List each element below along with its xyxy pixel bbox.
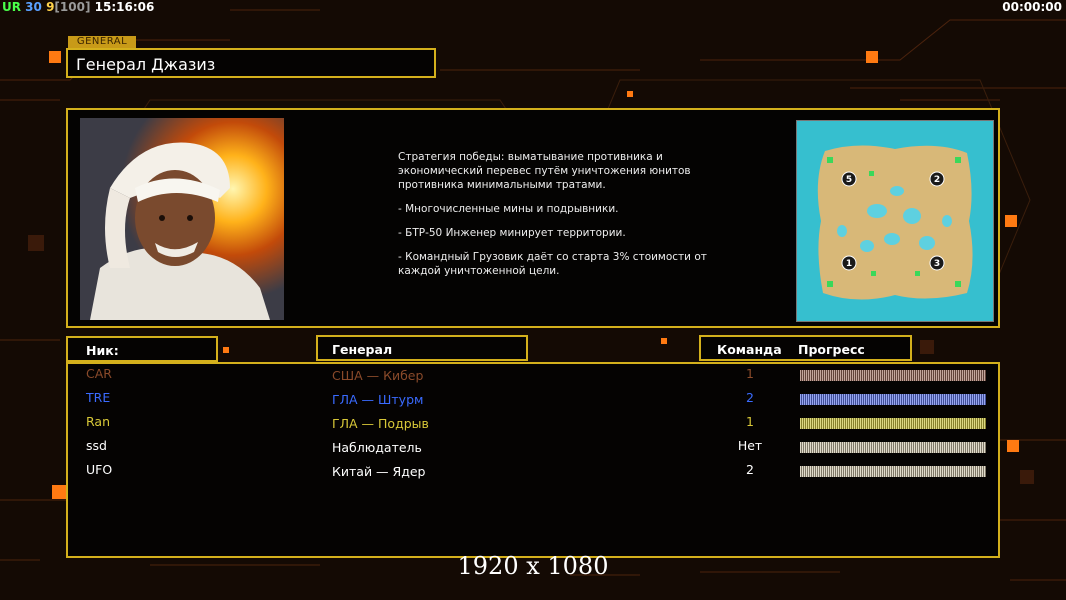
- hud-tag: UR: [2, 0, 21, 14]
- minimap-spawn-1: 1: [846, 259, 852, 269]
- description-item-mines: - Многочисленные мины и подрывники.: [398, 203, 619, 215]
- header-general: Генерал: [316, 335, 528, 361]
- minimap-spawn-2: 2: [934, 175, 940, 185]
- player-progress-bar: [800, 418, 986, 429]
- player-nick: Ran: [86, 414, 110, 429]
- player-general: Наблюдатель: [332, 440, 422, 455]
- minimap-spawn-5: 5: [846, 175, 852, 185]
- header-team-progress: Команда Прогресс: [699, 335, 912, 361]
- player-team: 1: [746, 366, 754, 381]
- general-name: Генерал Джазиз: [76, 55, 216, 74]
- hud-bracket: [100]: [54, 0, 91, 14]
- player-progress-bar: [800, 442, 986, 453]
- header-general-label: Генерал: [332, 342, 393, 357]
- player-nick: CAR: [86, 366, 112, 381]
- general-info-panel: Стратегия победы: выматывание противника…: [66, 108, 1000, 328]
- player-progress-bar: [800, 370, 986, 381]
- player-progress-bar: [800, 466, 986, 477]
- general-portrait: [80, 118, 284, 320]
- players-panel: CAR США — Кибер 1 TRE ГЛА — Штурм 2 Ran …: [66, 362, 1000, 558]
- description-item-truck: - Командный Грузовик даёт со старта 3% с…: [398, 251, 707, 277]
- player-team: Нет: [737, 438, 763, 453]
- hud-clock: 15:16:06: [94, 0, 155, 14]
- minimap-spawn-3: 3: [934, 259, 940, 269]
- section-tag: GENERAL: [68, 36, 136, 48]
- progress-fill: [800, 418, 986, 429]
- hud-status: UR 30 9[100] 15:16:06: [2, 0, 154, 14]
- progress-fill: [800, 442, 986, 453]
- player-general: ГЛА — Подрыв: [332, 416, 429, 431]
- description-item-btr: - БТР-50 Инженер минирует территории.: [398, 227, 626, 239]
- player-nick: ssd: [86, 438, 107, 453]
- general-description: Стратегия победы: выматывание противника…: [398, 150, 708, 288]
- progress-fill: [800, 370, 986, 381]
- player-team: 2: [746, 390, 754, 405]
- player-nick: UFO: [86, 462, 113, 477]
- header-nick-label: Ник:: [86, 343, 119, 358]
- minimap: 5 2 1 3: [796, 120, 994, 322]
- player-team: 1: [746, 414, 754, 429]
- progress-fill: [800, 394, 986, 405]
- progress-fill: [800, 466, 986, 477]
- header-team-label: Команда: [717, 342, 782, 357]
- player-general: Китай — Ядер: [332, 464, 426, 479]
- player-row: TRE ГЛА — Штурм 2: [68, 390, 998, 412]
- player-row: CAR США — Кибер 1: [68, 366, 998, 388]
- player-nick: TRE: [86, 390, 111, 405]
- general-title-box: Генерал Джазиз: [66, 48, 436, 78]
- header-progress-label: Прогресс: [798, 342, 865, 357]
- player-general: США — Кибер: [332, 368, 424, 383]
- resolution-label: 1920 x 1080: [457, 552, 609, 580]
- player-row: ssd Наблюдатель Нет: [68, 438, 998, 460]
- player-progress-bar: [800, 394, 986, 405]
- player-general: ГЛА — Штурм: [332, 392, 424, 407]
- player-team: 2: [746, 462, 754, 477]
- player-row: Ran ГЛА — Подрыв 1: [68, 414, 998, 436]
- description-strategy: Стратегия победы: выматывание противника…: [398, 151, 691, 191]
- player-row: UFO Китай — Ядер 2: [68, 462, 998, 484]
- header-nick: Ник:: [66, 336, 218, 362]
- hud-timer: 00:00:00: [1002, 0, 1062, 14]
- hud-num1: 30: [25, 0, 42, 14]
